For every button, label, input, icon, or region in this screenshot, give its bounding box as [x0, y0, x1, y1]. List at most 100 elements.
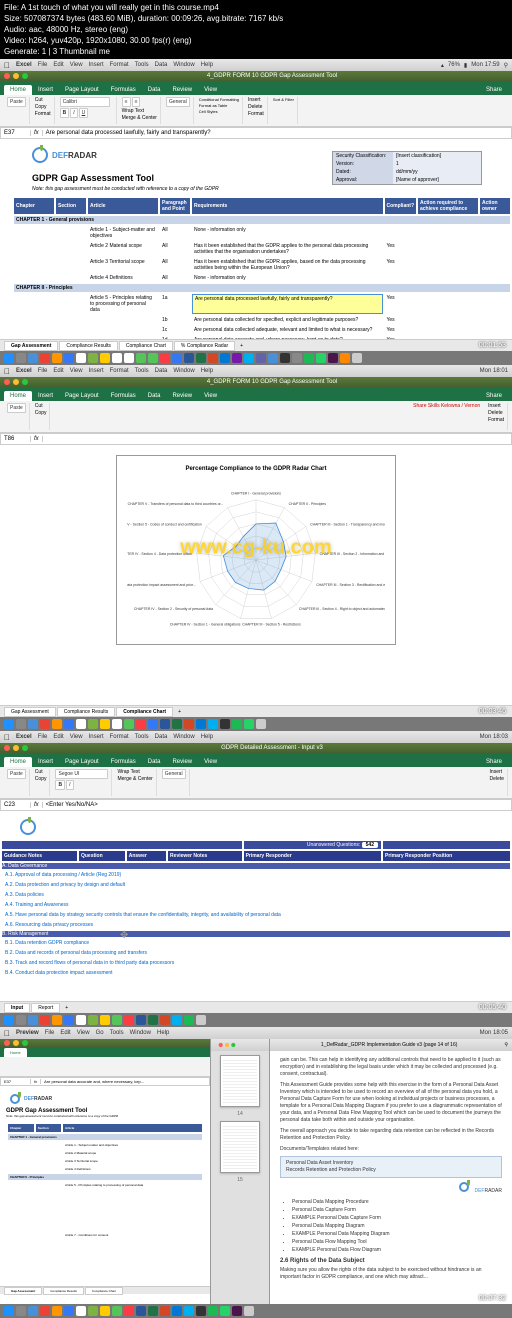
number-format[interactable]: General: [166, 97, 190, 107]
tab-formulas[interactable]: Formulas: [105, 85, 142, 95]
detail-sheet[interactable]: Unanswered Questions: 542 Guidance Notes…: [0, 811, 512, 1001]
dock[interactable]: [0, 351, 512, 365]
share-button[interactable]: Share: [480, 85, 508, 95]
menu-tools[interactable]: Tools: [135, 368, 149, 374]
menu-window[interactable]: Window: [173, 62, 194, 68]
menu-help[interactable]: Help: [201, 62, 213, 68]
conditional-formatting[interactable]: Conditional Formatting: [199, 97, 239, 102]
dock-icon[interactable]: [100, 719, 110, 729]
dock-terminal[interactable]: [280, 353, 290, 363]
fill-handle-icon[interactable]: ✥: [120, 930, 128, 941]
apple-icon[interactable]: : [4, 733, 10, 742]
search-icon[interactable]: ⚲: [504, 62, 508, 69]
tab-fm[interactable]: Formulas: [105, 391, 142, 401]
dock-icon[interactable]: [208, 719, 218, 729]
dock-teams[interactable]: [256, 353, 266, 363]
menu-data[interactable]: Data: [155, 62, 168, 68]
wifi-icon[interactable]: ▴: [441, 62, 444, 69]
name-box[interactable]: T86: [1, 436, 31, 442]
mac-menubar[interactable]:  Excel File Edit View Insert Format Too…: [0, 59, 512, 71]
dock-icon[interactable]: [184, 719, 194, 729]
sheet-tab-radar[interactable]: % Compliance Radar: [174, 341, 235, 351]
tab-view[interactable]: View: [198, 391, 223, 401]
dated-val[interactable]: dd/mm/yy: [393, 168, 481, 176]
dock-icon[interactable]: [76, 719, 86, 729]
radar-chart[interactable]: Percentage Compliance to the GDPR Radar …: [116, 455, 396, 645]
format-as-table[interactable]: Format as Table: [199, 103, 239, 108]
tab-pl[interactable]: Page Layout: [59, 391, 105, 401]
dock-3[interactable]: [0, 1013, 512, 1027]
dock-icon[interactable]: [28, 719, 38, 729]
align-center[interactable]: ≡: [132, 97, 141, 107]
tab-data[interactable]: Data: [142, 85, 167, 95]
tab-view[interactable]: View: [198, 85, 223, 95]
wrap-text[interactable]: Wrap Text: [122, 108, 144, 114]
spreadsheet-grid[interactable]: DEFRADAR Security Classification:[Insert…: [0, 139, 512, 339]
tab-data[interactable]: Data: [142, 391, 167, 401]
dock-icon[interactable]: [232, 719, 242, 729]
dock-appstore[interactable]: [172, 353, 182, 363]
paste[interactable]: Paste: [7, 403, 26, 413]
menu-format[interactable]: Format: [110, 62, 129, 68]
apple-icon[interactable]: : [4, 61, 10, 70]
tab-insert[interactable]: Insert: [32, 85, 59, 95]
dock-4[interactable]: [0, 1304, 512, 1318]
delete-cells[interactable]: Delete: [248, 104, 264, 110]
name-box[interactable]: C23: [1, 802, 31, 808]
clock[interactable]: Mon 18:05: [480, 1030, 508, 1036]
sheet-tab-gap[interactable]: Gap Assessment: [4, 707, 56, 717]
article-3[interactable]: Article 3 Territorial scope: [88, 258, 158, 272]
dock-finder[interactable]: [4, 353, 14, 363]
pdf-thumb-14[interactable]: [220, 1055, 260, 1107]
sort-filter[interactable]: Sort & Filter: [273, 97, 294, 102]
section-b[interactable]: B. Risk Management: [2, 931, 510, 937]
dock-whatsapp[interactable]: [316, 353, 326, 363]
menu-file[interactable]: File: [38, 368, 48, 374]
format-painter[interactable]: Format: [35, 111, 51, 117]
insert-cells[interactable]: Insert: [248, 97, 264, 103]
cell-styles[interactable]: Cell Styles: [199, 109, 239, 114]
tab-insert[interactable]: Insert: [32, 391, 59, 401]
dock-launchpad[interactable]: [16, 353, 26, 363]
add-sheet[interactable]: +: [174, 708, 185, 716]
dock-reminders[interactable]: [124, 353, 134, 363]
version-val[interactable]: 1: [393, 160, 481, 168]
dock-slack[interactable]: [328, 353, 338, 363]
dock-icon[interactable]: [88, 719, 98, 729]
clock[interactable]: Mon 17:59: [471, 62, 499, 68]
formula-input[interactable]: Are personal data processed lawfully, fa…: [43, 130, 511, 136]
bold-button[interactable]: B: [60, 108, 70, 118]
pdf-thumb-15[interactable]: [220, 1121, 260, 1173]
dock-mail[interactable]: [64, 353, 74, 363]
menu-insert[interactable]: Insert: [89, 62, 104, 68]
name-box[interactable]: E37: [1, 130, 31, 136]
dock-powerpoint[interactable]: [208, 353, 218, 363]
selected-cell[interactable]: Are personal data processed lawfully, fa…: [192, 294, 383, 314]
sheet-tab-gap[interactable]: Gap Assessment: [4, 341, 58, 351]
tab-page-layout[interactable]: Page Layout: [59, 85, 105, 95]
menu-view[interactable]: View: [70, 368, 83, 374]
add-sheet[interactable]: +: [236, 342, 247, 350]
font-select[interactable]: Calibri: [60, 97, 110, 107]
dock-safari[interactable]: [28, 353, 38, 363]
tab-home[interactable]: Home: [4, 85, 32, 95]
dock-icon[interactable]: [196, 719, 206, 729]
dock-itunes[interactable]: [160, 353, 170, 363]
detail-table[interactable]: Unanswered Questions: 542 Guidance Notes…: [0, 839, 512, 979]
chart-sheet[interactable]: Percentage Compliance to the GDPR Radar …: [0, 445, 512, 705]
dock-spotify[interactable]: [304, 353, 314, 363]
dock-calendar[interactable]: [112, 353, 122, 363]
dock-photos[interactable]: [76, 353, 86, 363]
dock-onenote[interactable]: [232, 353, 242, 363]
dock-icon[interactable]: [40, 719, 50, 729]
sheet-tab-chart[interactable]: Compliance Chart: [119, 341, 173, 351]
chapter-1-row[interactable]: CHAPTER 1 - General provisions: [14, 216, 510, 224]
chapter-2-row[interactable]: CHAPTER II - Principles: [14, 284, 510, 292]
pdf-sidebar[interactable]: 14 15: [210, 1039, 270, 1304]
tab-home[interactable]: Home: [4, 391, 32, 401]
cut-button[interactable]: Cut: [35, 97, 43, 103]
menu-insert[interactable]: Insert: [89, 368, 104, 374]
article-4[interactable]: Article 4 Definitions: [88, 274, 158, 282]
sheet-tab-results[interactable]: Compliance Results: [57, 707, 115, 717]
dock-icon[interactable]: [220, 719, 230, 729]
